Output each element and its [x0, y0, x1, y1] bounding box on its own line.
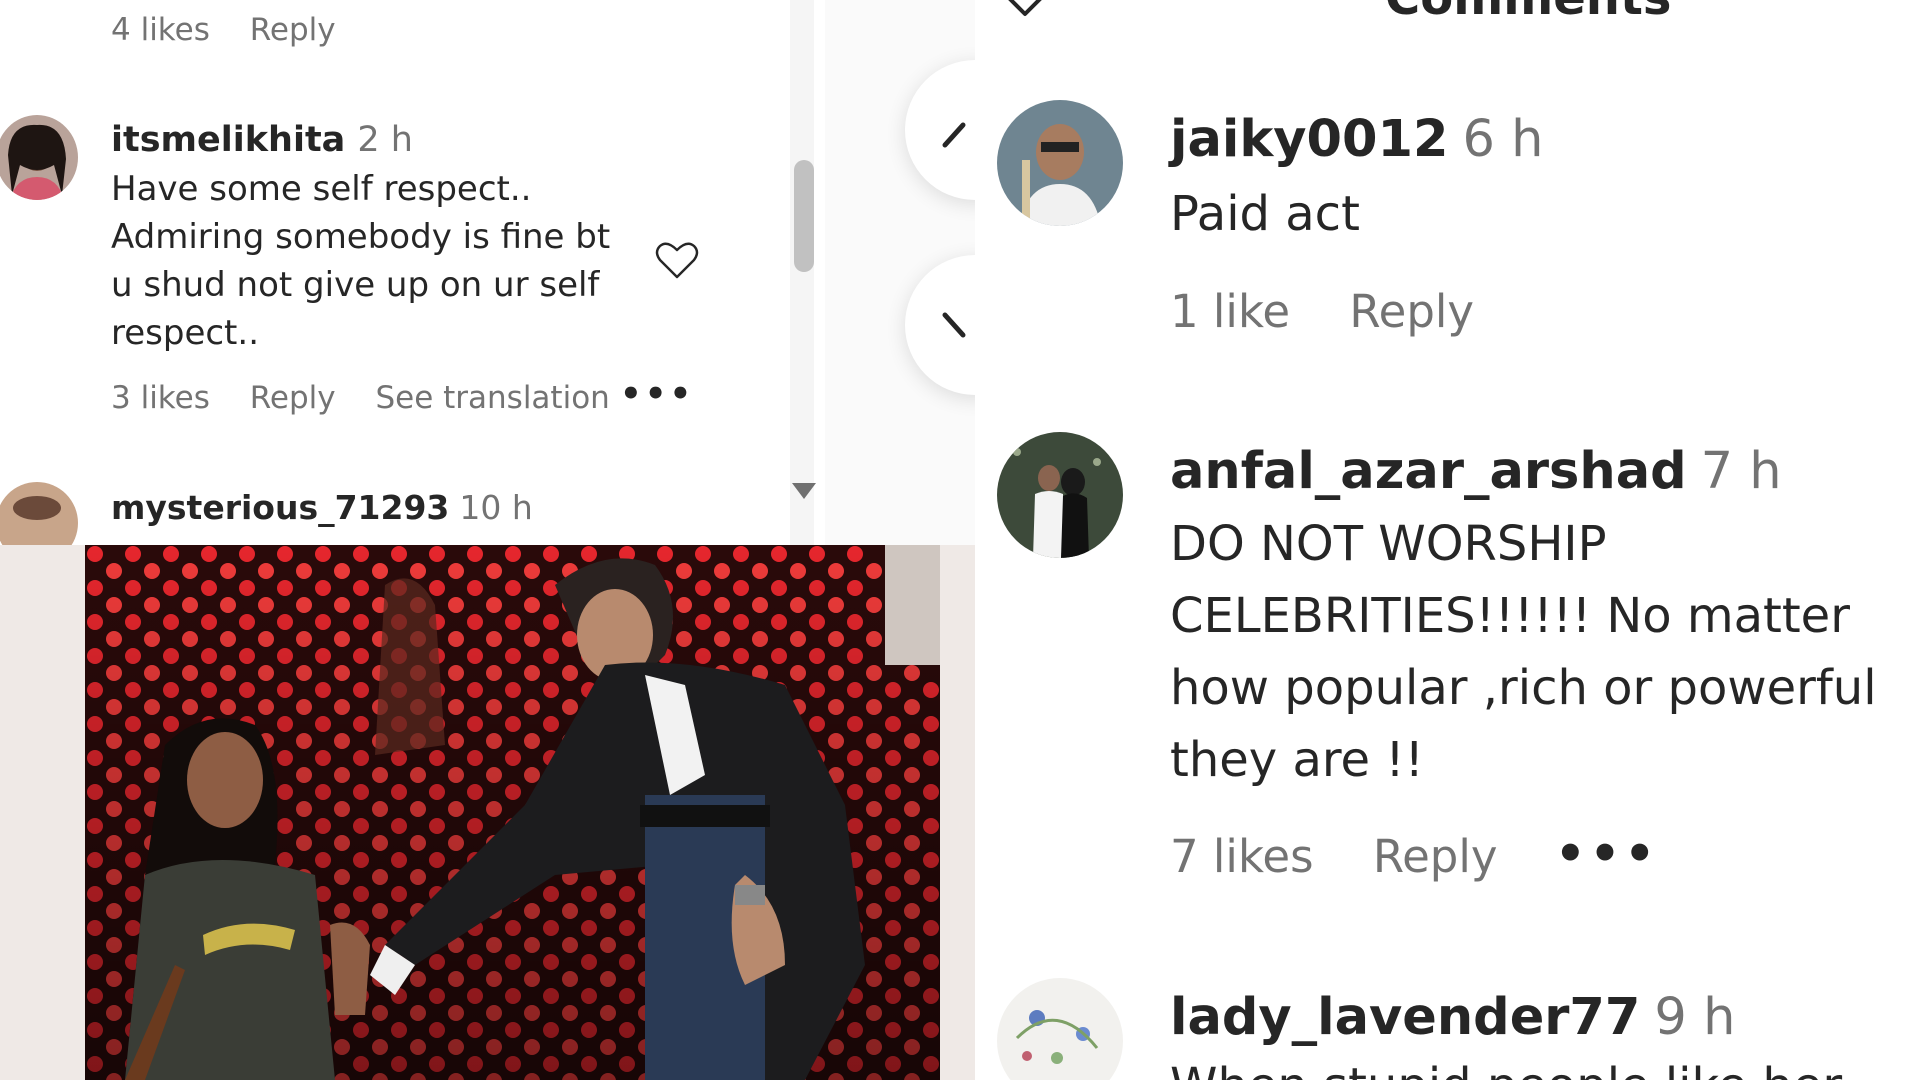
comment-time: 2 h — [357, 120, 413, 160]
username[interactable]: mysterious_71293 — [111, 488, 449, 527]
comment-time: 6 h — [1462, 110, 1544, 169]
next-comment-header: mysterious_71293 10 h — [111, 488, 533, 527]
avatar[interactable] — [997, 978, 1123, 1080]
comment-header: jaiky0012 6 h — [1170, 110, 1543, 169]
username[interactable]: itsmelikhita — [111, 120, 345, 160]
likes-count[interactable]: 1 like — [1170, 285, 1290, 338]
post-photo-area — [0, 545, 975, 1080]
reply-button[interactable]: Reply — [1373, 830, 1498, 883]
panel-gap — [825, 0, 1045, 545]
avatar-image — [0, 115, 78, 200]
right-comments-panel: Comments jaiky00126 h Paid act 1 like Re… — [975, 0, 1920, 1080]
comment-meta: 3 likes Reply See translation — [111, 380, 640, 416]
scrollbar-thumb[interactable] — [794, 160, 814, 272]
left-comments-panel: 4 likes Reply itsmelikhita 2 h Have some … — [0, 0, 825, 545]
stage-photo-image — [85, 545, 940, 1080]
reply-button[interactable]: Reply — [1349, 285, 1474, 338]
comment-text: Paid act — [1170, 186, 1360, 242]
likes-count[interactable]: 7 likes — [1170, 830, 1314, 883]
comment-text: Have some self respect.. Admiring somebo… — [111, 169, 611, 353]
likes-count[interactable]: 3 likes — [111, 380, 210, 416]
comment-time: 7 h — [1700, 442, 1782, 501]
comments-title: Comments — [1385, 0, 1671, 26]
comment-time: 9 h — [1654, 988, 1736, 1047]
previous-comment-meta: 4 likes Reply — [111, 12, 366, 48]
avatar-image — [997, 432, 1123, 558]
see-translation-link[interactable]: See translation — [375, 380, 609, 416]
avatar[interactable] — [997, 432, 1123, 558]
avatar[interactable] — [997, 100, 1123, 226]
likes-count[interactable]: 4 likes — [111, 12, 210, 48]
avatar[interactable] — [0, 115, 78, 200]
username[interactable]: jaiky0012 — [1170, 110, 1448, 169]
username[interactable]: lady_lavender77 — [1170, 988, 1640, 1047]
avatar[interactable] — [0, 482, 78, 545]
comment-header: itsmelikhita 2 h — [111, 120, 413, 160]
avatar-image — [0, 482, 78, 545]
more-options-icon[interactable]: ••• — [620, 374, 694, 414]
comment-header: lady_lavender77 9 h — [1170, 988, 1735, 1047]
comment-header: anfal_azar_arshad 7 h — [1170, 442, 1782, 501]
scrollbar-track[interactable] — [790, 0, 814, 545]
reply-button[interactable]: Reply — [250, 380, 336, 416]
more-options-icon[interactable]: ••• — [1555, 826, 1659, 882]
reply-button[interactable]: Reply — [250, 12, 336, 48]
close-icon[interactable] — [995, 0, 1055, 18]
comment-meta: 1 like Reply — [1170, 285, 1519, 338]
comment-meta: 7 likes Reply — [1170, 830, 1542, 883]
avatar-image — [997, 100, 1123, 226]
username[interactable]: anfal_azar_arshad — [1170, 442, 1687, 501]
post-photo[interactable] — [85, 545, 940, 1080]
comment-time: 10 h — [459, 488, 533, 527]
comment-text: DO NOT WORSHIP CELEBRITIES!!!!!! No matt… — [1170, 516, 1877, 788]
heart-outline-icon[interactable] — [655, 240, 699, 280]
comment-text: When stupid people like her — [1170, 1050, 1910, 1080]
scroll-down-arrow-icon[interactable] — [792, 483, 816, 499]
avatar-image — [997, 978, 1123, 1080]
